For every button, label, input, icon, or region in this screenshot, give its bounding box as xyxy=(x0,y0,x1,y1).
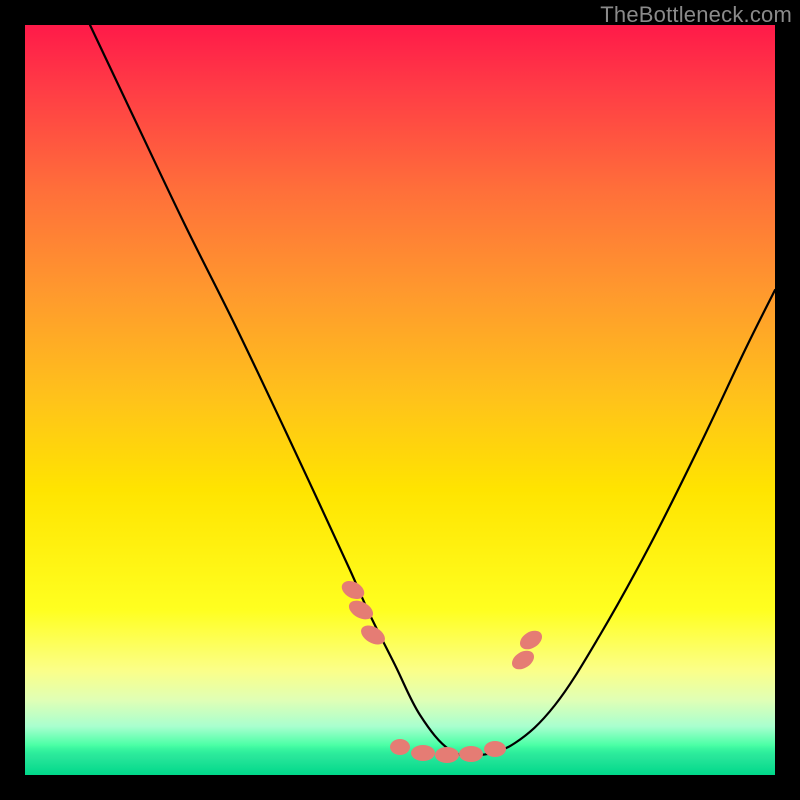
curve-marker xyxy=(390,739,410,755)
plot-area xyxy=(25,25,775,775)
chart-svg xyxy=(25,25,775,775)
curve-marker xyxy=(517,627,546,653)
curve-marker xyxy=(411,745,435,761)
curve-marker xyxy=(509,647,538,673)
curve-marker xyxy=(484,741,506,757)
marker-group xyxy=(339,577,546,763)
chart-frame: TheBottleneck.com xyxy=(0,0,800,800)
curve-marker xyxy=(435,747,459,763)
bottleneck-curve xyxy=(90,25,775,756)
curve-marker xyxy=(459,746,483,762)
